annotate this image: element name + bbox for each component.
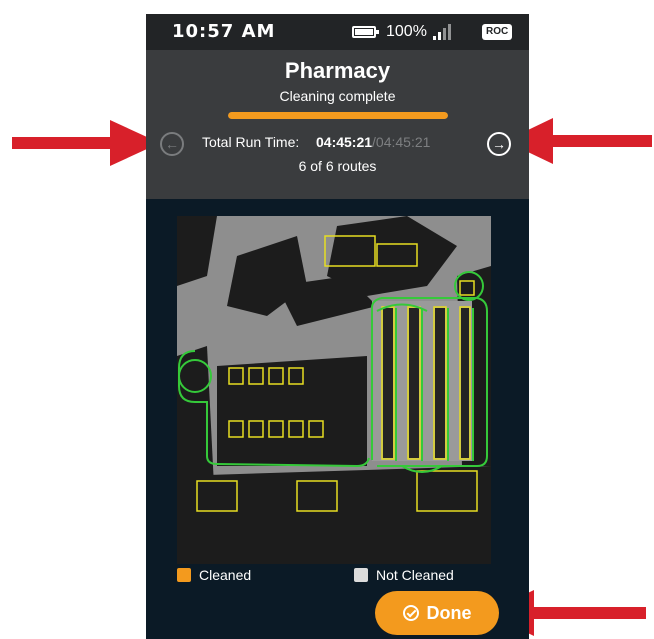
check-circle-icon — [402, 605, 419, 621]
status-subtitle: Cleaning complete — [279, 88, 396, 104]
run-time-row: Total Run Time: 04:45:21/04:45:21 — [202, 134, 430, 150]
run-time-value: 04:45:21 — [316, 134, 373, 150]
status-time: 10:57 AM — [172, 21, 276, 42]
progress-fill — [228, 112, 448, 119]
screenshot-canvas: 10:57 AM 100% ROC Pharmacy Cleaning comp… — [0, 0, 654, 639]
legend-not-cleaned-label: Not Cleaned — [376, 567, 454, 583]
annotation-arrow-left — [12, 120, 160, 166]
done-button[interactable]: Done — [375, 591, 499, 635]
legend-cleaned: Cleaned — [177, 566, 251, 584]
battery-percent: 100% — [386, 23, 427, 40]
routes-count: 6 of 6 routes — [298, 158, 377, 174]
carrier-badge: ROC — [482, 24, 513, 40]
arrow-right-circle-icon: → — [492, 136, 506, 152]
next-route-button[interactable]: → — [487, 132, 511, 156]
battery-full-icon — [352, 26, 379, 38]
cleaning-map — [177, 216, 491, 564]
page-title: Pharmacy — [284, 58, 391, 83]
cleaned-swatch — [177, 568, 191, 582]
not-cleaned-swatch — [354, 568, 368, 582]
signal-bars-icon — [433, 24, 455, 40]
cleaning-map-image — [177, 216, 491, 564]
status-bar: 10:57 AM 100% ROC — [146, 14, 529, 50]
route-header: Pharmacy Cleaning complete ← Total Run T… — [146, 50, 529, 199]
phone-screen: 10:57 AM 100% ROC Pharmacy Cleaning comp… — [146, 14, 529, 639]
cleaning-progress-bar — [228, 112, 448, 119]
done-button-label: Done — [426, 602, 472, 623]
previous-route-button[interactable]: ← — [160, 132, 184, 156]
arrow-left-circle-icon: ← — [165, 136, 179, 152]
legend-not-cleaned: Not Cleaned — [354, 566, 454, 584]
run-time-total: /04:45:21 — [372, 134, 431, 150]
legend-cleaned-label: Cleaned — [199, 567, 252, 583]
run-time-label: Total Run Time: — [202, 134, 300, 150]
